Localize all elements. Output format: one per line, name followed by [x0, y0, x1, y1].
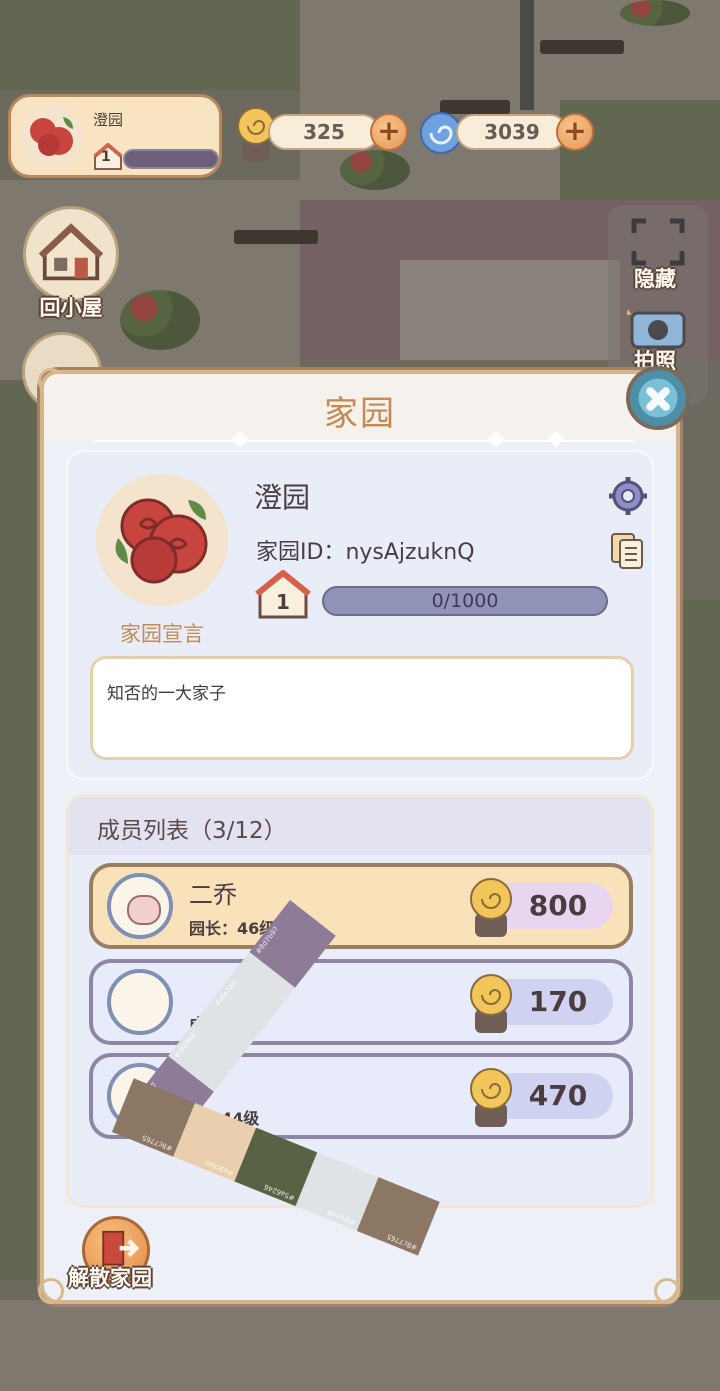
dialog-header: 家园 [44, 374, 676, 440]
snail-coin-icon [470, 1068, 512, 1127]
homestead-exp-bar: 0/1000 [322, 586, 608, 616]
homestead-id-label: 家园ID： [256, 540, 346, 565]
rose-emblem-icon [115, 498, 208, 584]
bunny-avatar-icon [107, 873, 173, 939]
close-button[interactable] [626, 366, 690, 430]
corner-ornament [38, 1278, 64, 1304]
home-profile-card[interactable]: 澄园 1 [8, 94, 222, 178]
home-level: 1 [101, 149, 111, 165]
home-exp-bar [123, 149, 219, 169]
members-title: 成员列表（3/12） [97, 818, 287, 844]
homestead-name: 澄园 [254, 481, 311, 514]
homestead-id-value: nysAjzuknQ [345, 540, 475, 565]
declaration-text: 知否的一大家子 [107, 684, 226, 704]
gear-icon[interactable] [608, 476, 648, 516]
dialog-title: 家园 [324, 394, 396, 434]
homestead-avatar [96, 474, 228, 606]
hide-icon[interactable] [630, 217, 686, 267]
corner-ornament [654, 1278, 680, 1304]
snail-coin-icon [470, 974, 512, 1033]
house-icon-circle [23, 206, 119, 302]
rose-avatar-icon [20, 104, 84, 168]
homestead-id: 家园ID：nysAjzuknQ [256, 534, 475, 566]
copy-icon[interactable] [610, 532, 646, 570]
member-row[interactable]: 成员 170 [89, 959, 633, 1045]
disband-button-label[interactable]: 解散家园 [68, 1262, 152, 1292]
snail-coin-icon [470, 878, 512, 937]
homestead-info-card: 家园宣言 澄园 家园ID：nysAjzuknQ 1 0/1000 知否的一大家子 [66, 450, 654, 780]
member-row[interactable]: 二乔 园长：46级 800 [89, 863, 633, 949]
member-name: 二乔 [189, 881, 237, 909]
add-snail-currency-button[interactable]: + [370, 113, 408, 151]
declaration-label: 家园宣言 [120, 622, 204, 646]
members-header: 成员列表（3/12） [69, 797, 651, 855]
snail-currency-value: 325 [268, 114, 380, 150]
shell-currency-value: 3039 [456, 114, 568, 150]
hide-label: 隐藏 [634, 267, 676, 291]
add-shell-currency-button[interactable]: + [556, 113, 594, 151]
member-avatar [107, 969, 173, 1035]
house-icon [38, 223, 104, 281]
homestead-level: 1 [276, 590, 290, 614]
home-name: 澄园 [93, 111, 124, 129]
back-home-button[interactable]: 回小屋 [16, 206, 126, 322]
declaration-box[interactable]: 知否的一大家子 [90, 656, 634, 760]
